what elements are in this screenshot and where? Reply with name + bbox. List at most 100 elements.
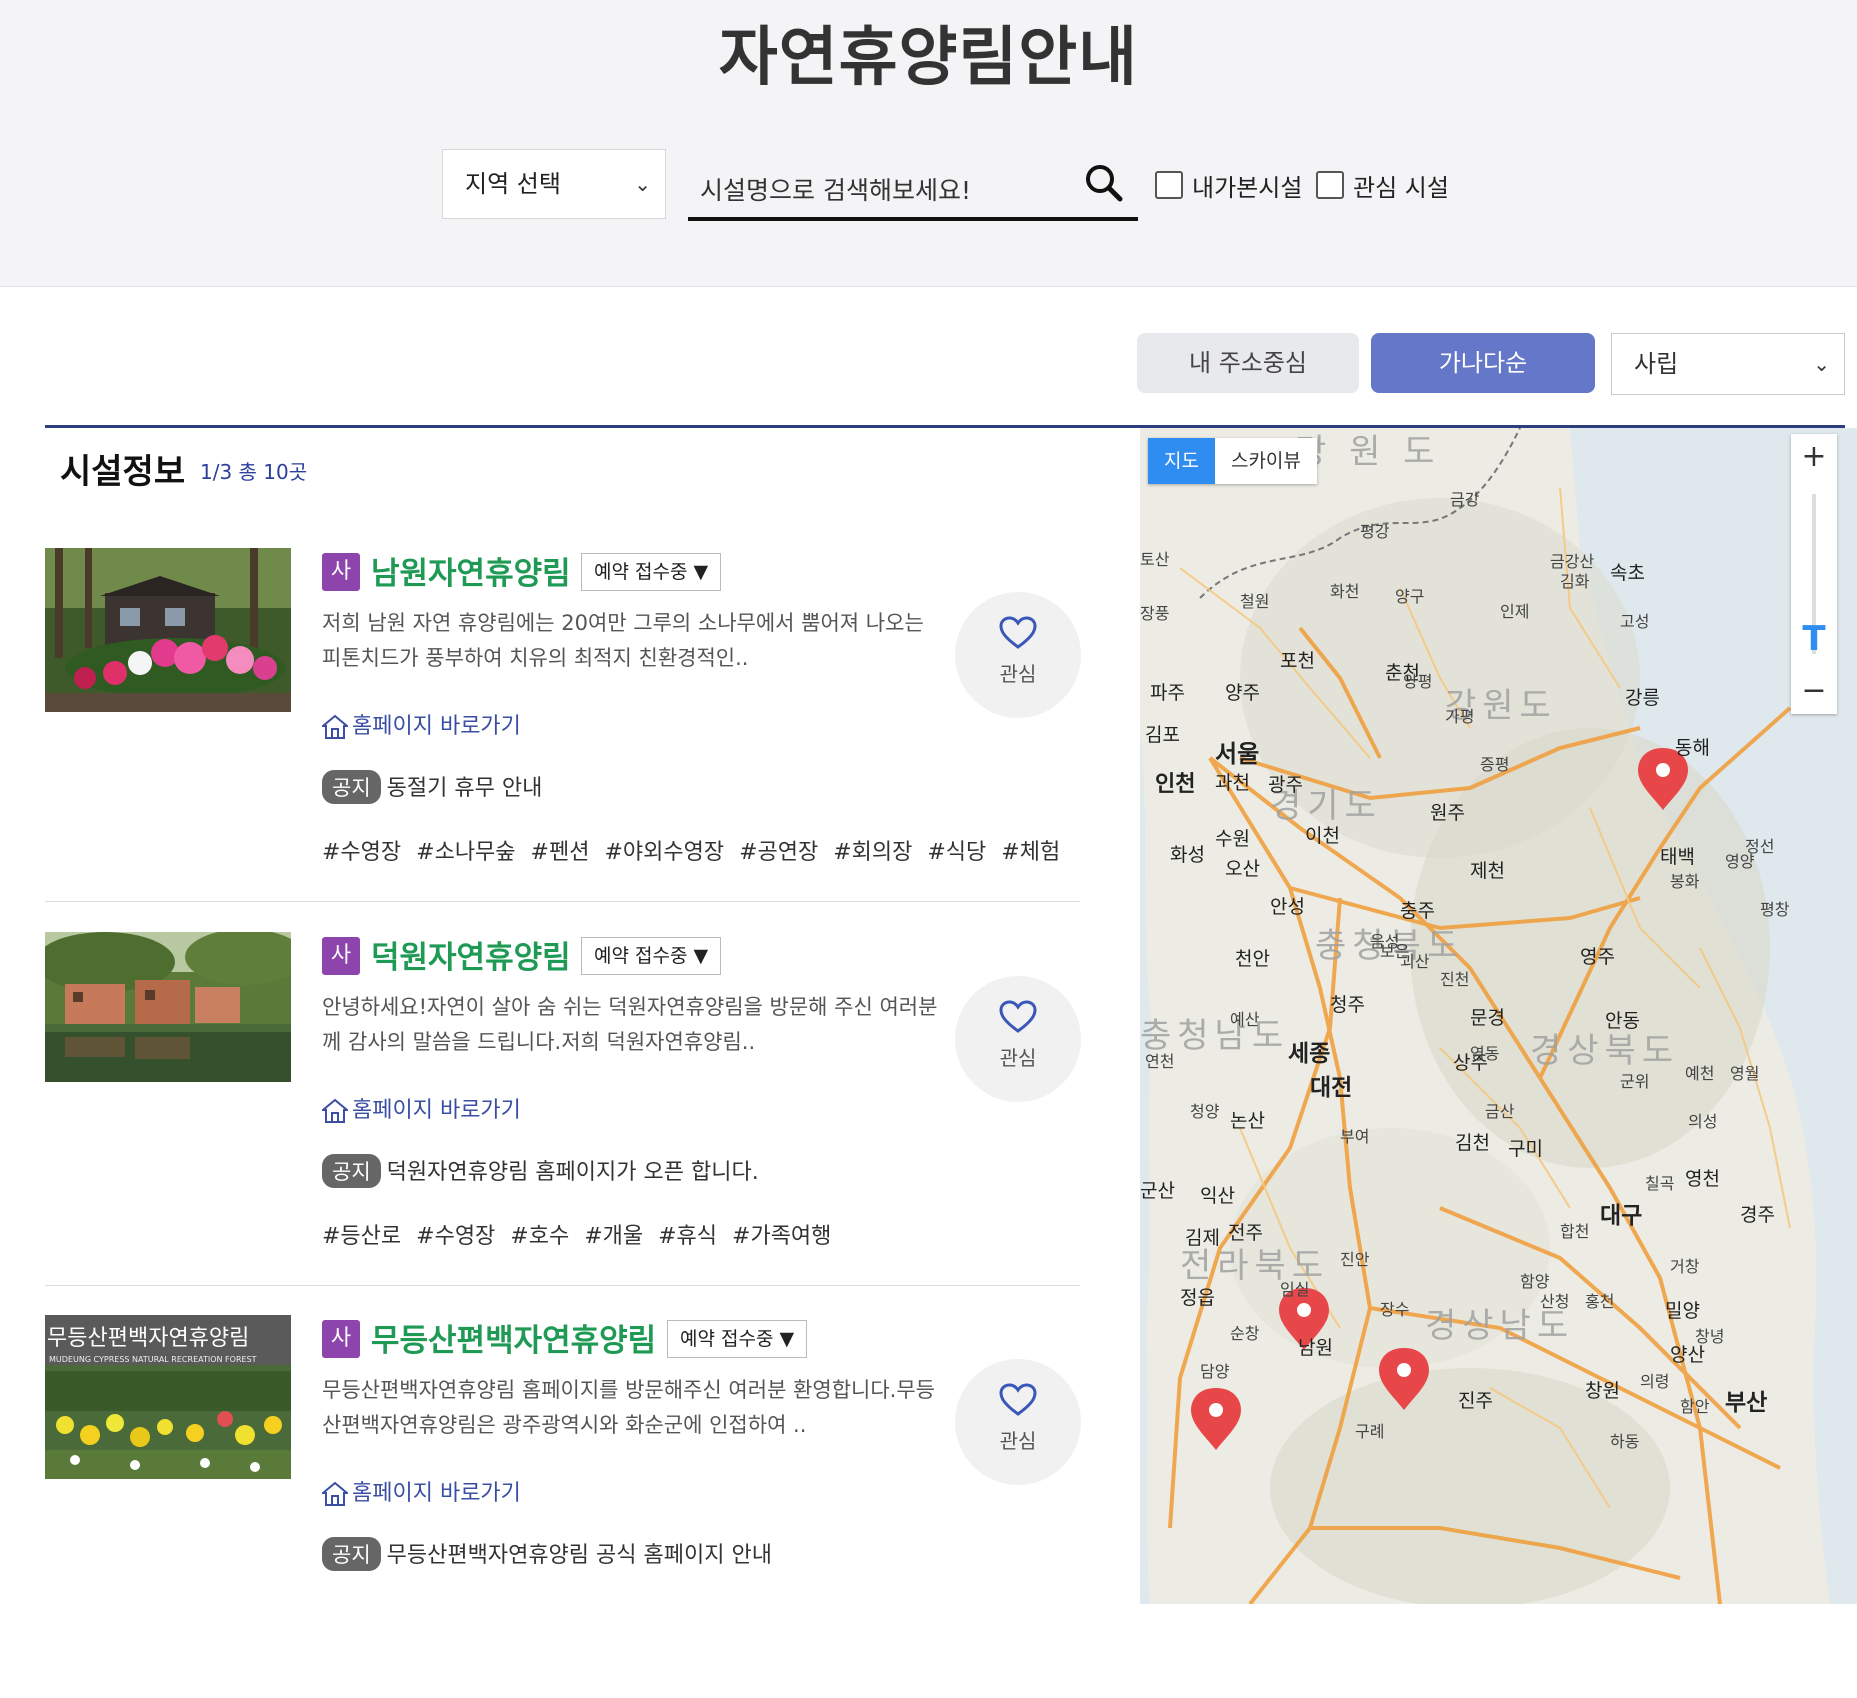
heart-icon [999,616,1037,649]
map-city: 강릉 [1625,687,1660,709]
map-city: 양평 [1403,672,1433,691]
map-city: 합천 [1560,1222,1590,1241]
map-city: 오산 [1225,858,1260,880]
reservation-status-label: 예약 접수중 [594,945,688,967]
list-item: 무등산편백자연휴양림 MUDEUNG CYPRESS NATURAL RECRE… [45,1315,1081,1698]
notice-tag: 공지 [322,1154,381,1188]
page-title: 자연휴양림안내 [718,21,1139,95]
map-city: 하동 [1610,1432,1640,1451]
row-divider [45,1285,1080,1286]
map-type-map[interactable]: 지도 [1148,438,1215,484]
search-icon[interactable] [1084,163,1124,203]
map-city: 화성 [1170,844,1205,866]
map-city: 고성 [1620,612,1650,631]
favorite-checkbox[interactable] [1316,171,1344,199]
zoom-in-button[interactable]: + [1791,434,1837,480]
sort-by-name-button[interactable]: 가나다순 [1371,333,1595,393]
row-divider [45,901,1080,902]
facility-name[interactable]: 남원자연휴양림 [371,548,571,593]
map-city: 영동 [1470,1044,1500,1063]
map-city: 의령 [1640,1372,1670,1391]
house-icon [320,1098,350,1123]
region-select[interactable]: 지역 선택 ⌄ [442,149,666,219]
facility-type-select[interactable]: 사립 ⌄ [1611,333,1845,395]
map-city: 군산 [1140,1180,1175,1202]
map-city: 예산 [1230,1010,1260,1029]
private-badge: 사 [322,1320,360,1358]
map-city: 진안 [1340,1250,1370,1269]
map-city: 포천 [1280,650,1315,672]
map-city: 담양 [1200,1362,1230,1381]
favorite-button[interactable]: 관심 [955,1359,1081,1485]
reservation-status[interactable]: 예약 접수중 ▼ [581,937,722,975]
reservation-status-label: 예약 접수중 [594,561,688,583]
favorite-label: 관심 시설 [1353,174,1449,202]
map-city: 평강 [1360,522,1390,541]
map-city: 논산 [1230,1110,1265,1132]
map[interactable]: 강 원 도 강원도 경기도 충청북도 경상북도 충청남도 전라북도 경상남도 서… [1140,428,1857,1604]
map-city: 대전 [1310,1075,1353,1101]
favorite-button[interactable]: 관심 [955,976,1081,1102]
search-header: 자연휴양림안내 지역 선택 ⌄ 시설명으로 검색해보세요! 내가본시설 관심 시… [0,0,1857,287]
homepage-link[interactable]: 홈페이지 바로가기 [320,708,521,740]
map-city: 속초 [1610,562,1645,584]
map-city: 인천 [1155,772,1196,797]
map-city: 안성 [1270,896,1305,918]
map-city: 철원 [1240,592,1270,611]
facility-thumbnail[interactable] [45,548,291,712]
visited-checkbox[interactable] [1155,171,1183,199]
map-city: 영양 [1725,852,1755,871]
region-select-label: 지역 선택 [465,170,561,198]
zoom-handle[interactable]: T [1799,622,1829,656]
map-city: 전주 [1228,1222,1263,1244]
map-city: 함안 [1680,1397,1710,1416]
sort-by-address-button[interactable]: 내 주소중심 [1137,333,1359,393]
facility-name[interactable]: 무등산편백자연휴양림 [371,1315,656,1360]
map-city: 문경 [1470,1007,1505,1029]
facility-thumbnail[interactable] [45,932,291,1082]
map-city: 파주 [1150,682,1185,704]
homepage-label: 홈페이지 바로가기 [352,714,521,739]
favorite-button[interactable]: 관심 [955,592,1081,718]
map-city: 구미 [1508,1138,1543,1160]
facility-description: 안녕하세요!자연이 살아 숨 쉬는 덕원자연휴양림을 방문해 주신 여러분께 감… [322,995,938,1054]
map-city: 안동 [1605,1010,1640,1032]
map-city: 김포 [1145,724,1180,746]
list-count: 1/3 총 10곳 [200,460,308,484]
reservation-status[interactable]: 예약 접수중 ▼ [581,553,722,591]
map-city: 이천 [1305,825,1340,847]
search-input[interactable]: 시설명으로 검색해보세요! [688,149,1138,221]
homepage-link[interactable]: 홈페이지 바로가기 [320,1092,521,1124]
map-type-skyview[interactable]: 스카이뷰 [1215,438,1317,484]
notice[interactable]: 공지 덕원자연휴양림 홈페이지가 오픈 합니다. [322,1154,759,1188]
map-city: 칠곡 [1645,1174,1675,1193]
facility-thumbnail[interactable]: 무등산편백자연휴양림 MUDEUNG CYPRESS NATURAL RECRE… [45,1315,291,1479]
map-city: 과천 [1215,772,1250,794]
map-city: 임실 [1280,1280,1310,1299]
sign-text-en: MUDEUNG CYPRESS NATURAL RECREATION FORES… [49,1355,257,1364]
house-icon [320,714,350,739]
map-city: 영주 [1580,946,1615,968]
notice[interactable]: 공지 동절기 휴무 안내 [322,770,542,804]
notice[interactable]: 공지 무등산편백자연휴양림 공식 홈페이지 안내 [322,1537,772,1571]
search-placeholder: 시설명으로 검색해보세요! [700,176,971,205]
map-city: 거창 [1670,1257,1700,1276]
zoom-out-button[interactable]: − [1791,668,1837,714]
notice-tag: 공지 [322,770,381,804]
map-city: 태백 [1660,846,1695,868]
map-city: 홍천 [1585,1292,1615,1311]
triangle-down-icon: ▼ [693,945,709,967]
map-type-toggle[interactable]: 지도 스카이뷰 [1148,438,1317,484]
map-city: 청주 [1330,994,1365,1016]
map-city: 봉화 [1670,872,1700,891]
reservation-status[interactable]: 예약 접수중 ▼ [667,1320,808,1358]
triangle-down-icon: ▼ [779,1328,795,1350]
homepage-link[interactable]: 홈페이지 바로가기 [320,1475,521,1507]
map-city: 정읍 [1180,1287,1215,1309]
list-title: 시설정보 [60,452,186,492]
map-city: 금산 [1485,1102,1515,1121]
notice-text: 덕원자연휴양림 홈페이지가 오픈 합니다. [386,1160,759,1185]
facility-name[interactable]: 덕원자연휴양림 [371,932,571,977]
list-item: 사 덕원자연휴양림 예약 접수중 ▼ 안녕하세요!자연이 살아 숨 쉬는 덕원자… [45,932,1081,1315]
map-city: 진주 [1458,1390,1493,1412]
